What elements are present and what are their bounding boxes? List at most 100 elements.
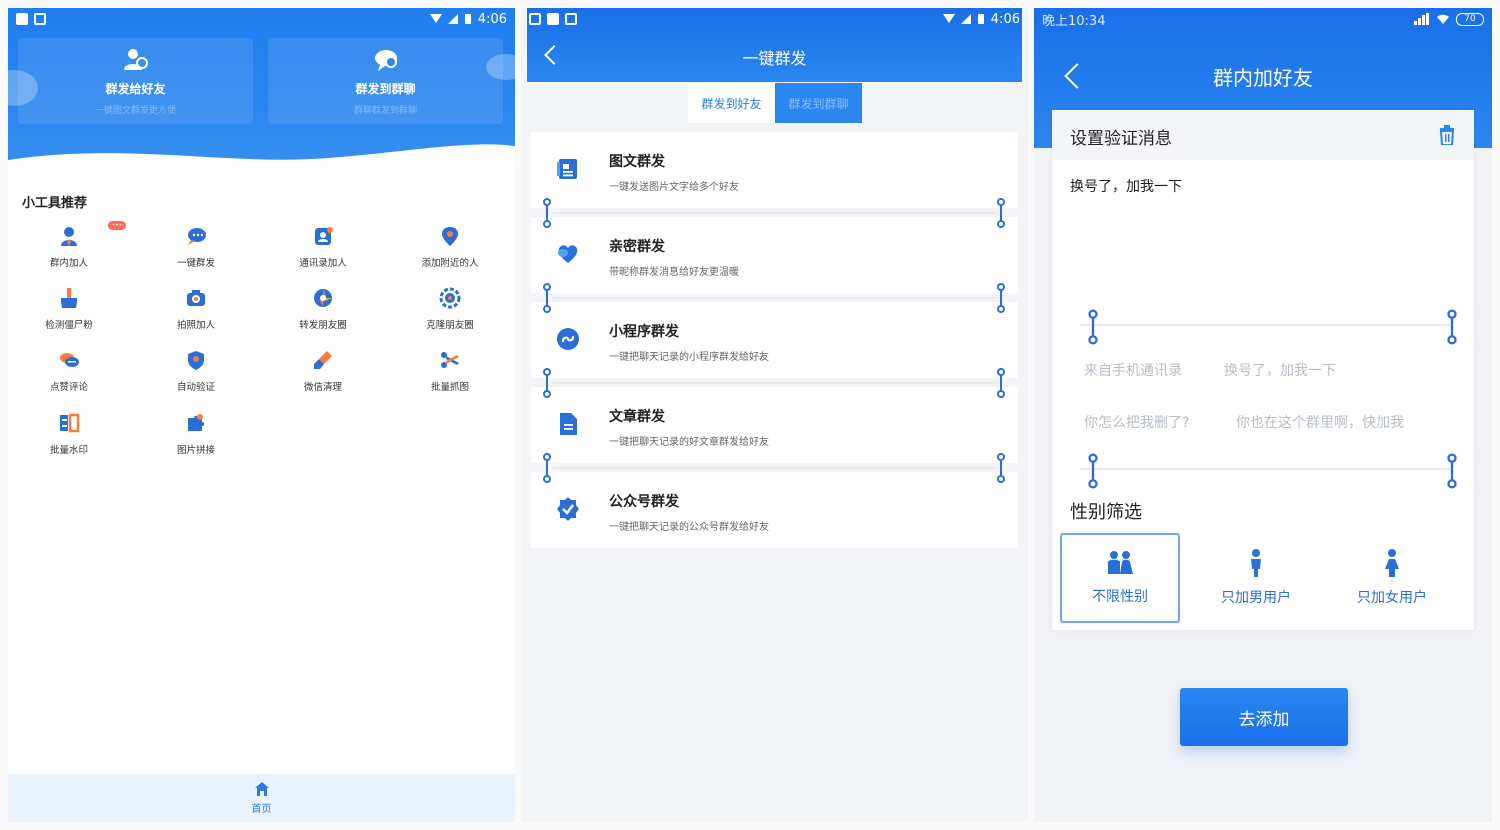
page-title: 一键群发 [742, 49, 807, 68]
item-title: 图文群发 [609, 154, 665, 170]
resize-handle-icon[interactable] [1086, 450, 1100, 492]
list-item[interactable]: 小程序群发 一键把聊天记录的小程序群发给好友 [531, 302, 1018, 378]
resize-handle-icon[interactable] [541, 198, 553, 228]
female-icon [1385, 549, 1399, 577]
verify-message-input[interactable]: 换号了，加我一下 [1070, 176, 1182, 196]
phone-home-screen: 4:06 群发给好友 一键图文群发更方便 群发到群聊 群聊群发到群聊 小工具推荐… [8, 8, 515, 822]
tool-label: 转发朋友圈 [299, 320, 347, 331]
resize-handle-icon[interactable] [1445, 306, 1459, 348]
watermark-icon [60, 413, 80, 433]
users-icon [123, 49, 148, 70]
quick-reply-chip[interactable]: 来自手机通讯录 [1084, 360, 1182, 380]
aperture-icon [314, 289, 332, 307]
add-button[interactable]: 去添加 [1180, 688, 1348, 746]
tool-item[interactable]: 添加附近的人 [395, 225, 505, 269]
tool-item[interactable]: 自动验证 [141, 349, 251, 393]
tool-item[interactable]: 群内加人 [14, 225, 124, 269]
nav-label: 首页 [251, 804, 272, 815]
tool-label: 批量水印 [49, 445, 88, 456]
resize-handle-icon[interactable] [995, 283, 1007, 313]
tool-item[interactable]: 检测僵尸粉 [14, 287, 124, 331]
phone-bulk-send-screen: 4:06 一键群发 群发到好友 群发到群聊 图文群发 一键发送图片文字给多个好友… [521, 8, 1028, 822]
tab-send-to-groups[interactable]: 群发到群聊 [775, 83, 862, 123]
card-send-to-groups[interactable]: 群发到群聊 群聊群发到群聊 [268, 38, 503, 124]
tool-label: 检测僵尸粉 [45, 320, 93, 331]
settings-card: 设置验证消息 换号了，加我一下 来自手机通讯录 换号了，加我一下 你怎么把我删了… [1052, 110, 1474, 630]
resize-handle-icon[interactable] [995, 368, 1007, 398]
image-text-icon [557, 159, 577, 179]
tab-bar: 群发到好友 群发到群聊 [688, 83, 862, 123]
resize-handle-icon[interactable] [995, 198, 1007, 228]
resize-handle-icon[interactable] [1445, 450, 1459, 492]
resize-handle-icon[interactable] [541, 283, 553, 313]
tool-label: 微信清理 [303, 382, 342, 393]
tool-label: 添加附近的人 [421, 258, 479, 269]
status-time: 4:06 [477, 11, 507, 27]
tool-item[interactable]: 图片拼接 [141, 412, 251, 456]
tool-item[interactable]: 转发朋友圈 [268, 287, 378, 331]
list-item[interactable]: 文章群发 一键把聊天记录的好文章群发给好友 [531, 387, 1018, 463]
tool-label: 拍照加人 [176, 320, 215, 331]
tool-item[interactable]: 克隆朋友圈 [395, 287, 505, 331]
gender-option-label: 只加男用户 [1221, 590, 1291, 606]
chat-icon [188, 228, 206, 245]
shield-icon [188, 351, 204, 370]
article-icon [560, 413, 577, 435]
card-title: 群发给好友 [105, 82, 166, 96]
list-item[interactable]: 图文群发 一键发送图片文字给多个好友 [531, 132, 1018, 208]
tool-item[interactable]: 微信清理 [268, 349, 378, 393]
status-bar: 4:06 [521, 8, 1028, 30]
screenshot-collage: 4:06 群发给好友 一键图文群发更方便 群发到群聊 群聊群发到群聊 小工具推荐… [0, 0, 1500, 830]
item-title: 公众号群发 [609, 494, 679, 510]
puzzle-icon [188, 414, 205, 431]
resize-handle-icon[interactable] [541, 368, 553, 398]
tool-label: 批量抓图 [430, 382, 469, 393]
tool-label: 图片拼接 [176, 445, 215, 456]
status-time: 4:06 [990, 11, 1020, 27]
tool-item[interactable]: 一键群发 [141, 225, 251, 269]
gender-option-female[interactable]: 只加女用户 [1332, 533, 1452, 623]
tool-item[interactable]: 批量抓图 [395, 349, 505, 393]
miniprogram-icon [557, 328, 579, 350]
gender-option-male[interactable]: 只加男用户 [1196, 533, 1316, 623]
bottom-nav-home[interactable]: 首页 [8, 774, 515, 822]
quick-reply-chip[interactable]: 换号了，加我一下 [1224, 360, 1336, 380]
badge-check-icon [557, 497, 579, 521]
group-chat-icon [374, 50, 397, 71]
tab-send-to-friends[interactable]: 群发到好友 [688, 83, 775, 123]
list-item[interactable]: 亲密群发 带昵称群发消息给好友更温暖 [531, 217, 1018, 293]
couple-icon [1108, 551, 1133, 574]
item-subtitle: 一键把聊天记录的好文章群发给好友 [609, 437, 769, 448]
tool-item[interactable]: 点赞评论 [14, 349, 124, 393]
gender-option-any[interactable]: 不限性别 [1060, 533, 1180, 623]
brush-icon [314, 351, 332, 369]
tool-label: 点赞评论 [49, 382, 88, 393]
gender-filter-title: 性别筛选 [1070, 502, 1142, 523]
clone-icon [439, 287, 461, 309]
verify-header: 设置验证消息 [1052, 110, 1474, 160]
card-title: 群发到群聊 [355, 82, 416, 96]
resize-handle-icon[interactable] [995, 453, 1007, 483]
status-time: 晚上10:34 [1042, 13, 1106, 29]
status-bar: 晚上10:34 70 [1034, 8, 1492, 30]
tool-label: 一键群发 [176, 258, 215, 269]
item-subtitle: 一键发送图片文字给多个好友 [609, 182, 739, 193]
camera-icon [187, 290, 205, 306]
card-send-to-friends[interactable]: 群发给好友 一键图文群发更方便 [18, 38, 253, 124]
item-subtitle: 一键把聊天记录的小程序群发给好友 [609, 352, 769, 363]
quick-reply-chip[interactable]: 你怎么把我删了? [1084, 412, 1189, 432]
resize-handle-icon[interactable] [541, 453, 553, 483]
quick-reply-chip[interactable]: 你也在这个群里啊，快加我 [1236, 412, 1404, 432]
page-title: 群内加好友 [1213, 66, 1313, 90]
scissors-icon [441, 352, 459, 368]
resize-handle-icon[interactable] [1086, 306, 1100, 348]
tool-item[interactable]: 批量水印 [14, 412, 124, 456]
tool-item[interactable]: 拍照加人 [141, 287, 251, 331]
list-item[interactable]: 公众号群发 一键把聊天记录的公众号群发给好友 [531, 472, 1018, 548]
male-icon [1251, 549, 1261, 577]
item-title: 小程序群发 [609, 324, 679, 340]
tool-item[interactable]: 通讯录加人 [268, 225, 378, 269]
gender-option-label: 不限性别 [1092, 589, 1148, 605]
item-subtitle: 带昵称群发消息给好友更温暖 [609, 267, 739, 278]
trash-icon[interactable] [1438, 125, 1456, 145]
